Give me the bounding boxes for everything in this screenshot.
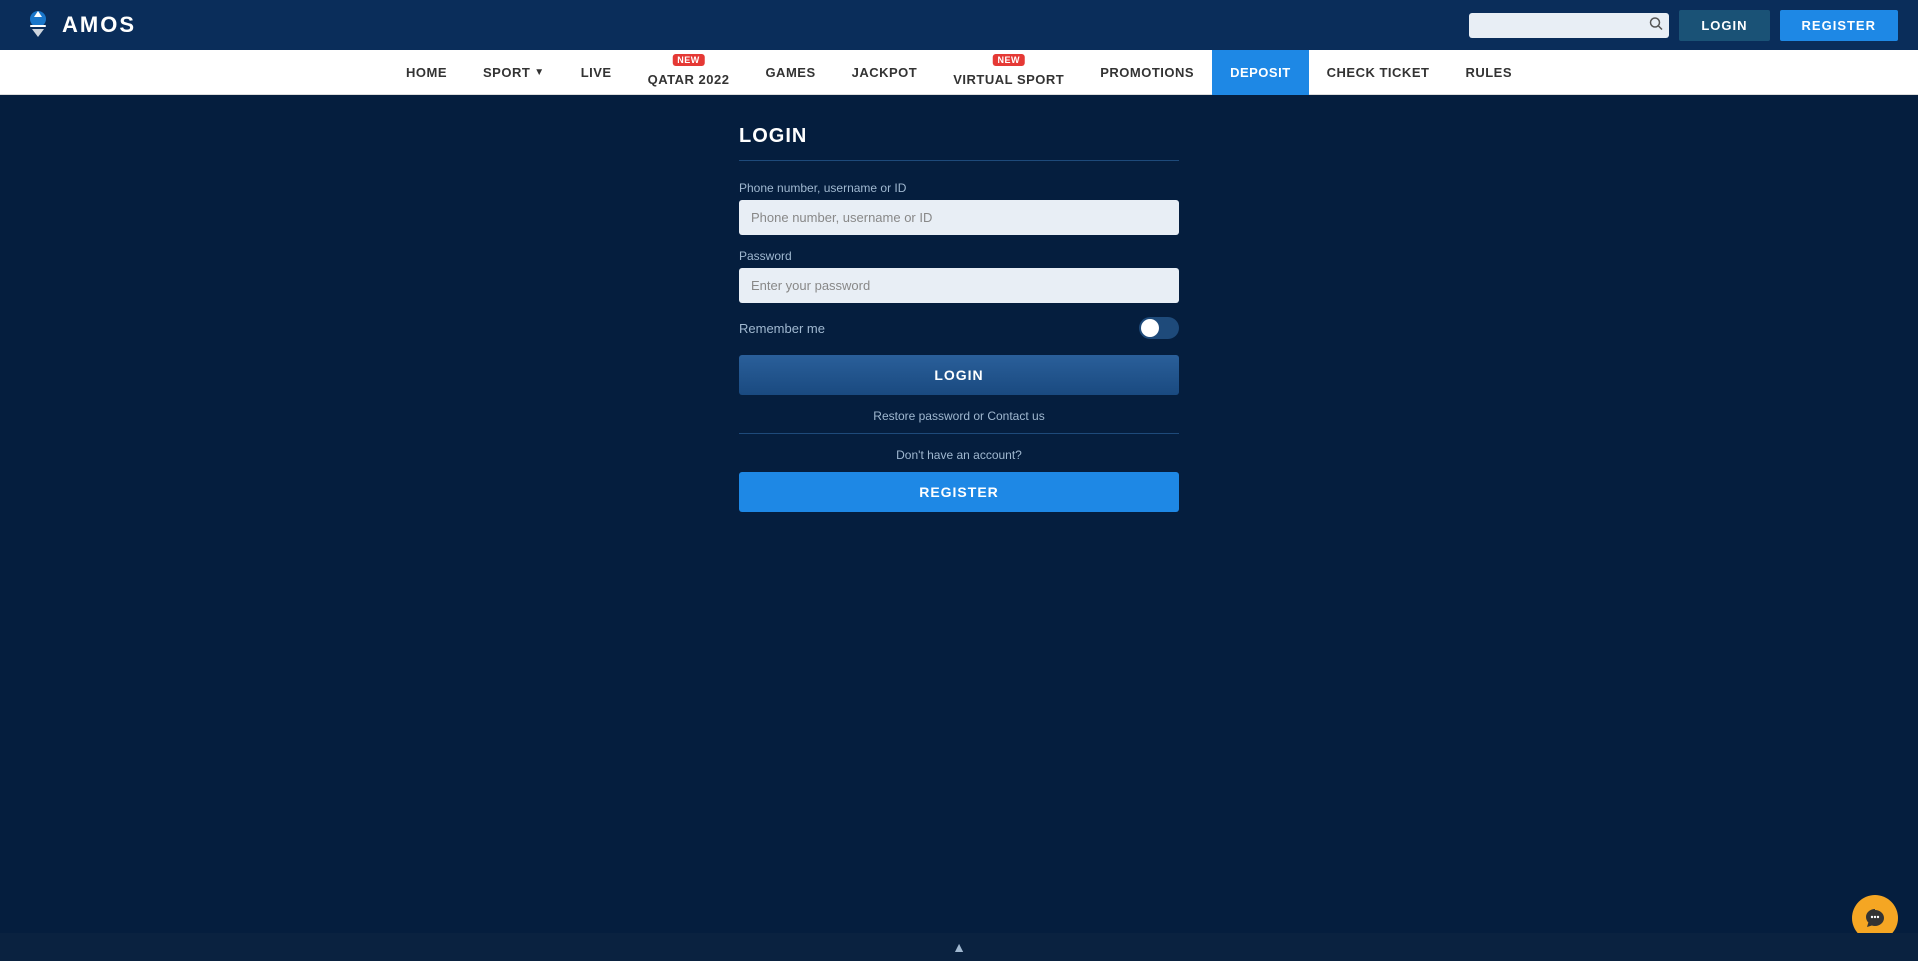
password-label: Password: [739, 249, 1179, 263]
no-account-text: Don't have an account?: [739, 448, 1179, 462]
nav-item-rules[interactable]: RULES: [1447, 50, 1530, 95]
nav-label-rules: RULES: [1465, 65, 1512, 80]
nav-item-check-ticket[interactable]: CHECK TICKET: [1309, 50, 1448, 95]
toggle-knob: [1141, 319, 1159, 337]
login-header-button[interactable]: LOGIN: [1679, 10, 1769, 41]
nav-item-virtual-sport[interactable]: NEW VIRTUAL SPORT: [935, 50, 1082, 95]
remember-toggle[interactable]: [1139, 317, 1179, 339]
search-button[interactable]: [1649, 17, 1663, 34]
nav-label-promotions: PROMOTIONS: [1100, 65, 1194, 80]
search-icon: [1649, 17, 1663, 31]
nav-label-jackpot: JACKPOT: [852, 65, 918, 80]
nav-item-games[interactable]: GAMES: [747, 50, 833, 95]
qatar-badge: NEW: [672, 54, 705, 66]
search-box: [1469, 13, 1669, 38]
nav-label-games: GAMES: [765, 65, 815, 80]
login-form-button[interactable]: LOGIN: [739, 355, 1179, 395]
search-input[interactable]: [1469, 13, 1669, 38]
nav-item-qatar[interactable]: NEW QATAR 2022: [630, 50, 748, 95]
nav-item-sport[interactable]: SPORT ▼: [465, 50, 563, 95]
login-title: LOGIN: [739, 125, 1179, 148]
nav-item-jackpot[interactable]: JACKPOT: [834, 50, 936, 95]
nav-label-virtual-sport: VIRTUAL SPORT: [953, 72, 1064, 87]
nav-item-deposit[interactable]: DEPOSIT: [1212, 50, 1309, 95]
nav-item-home[interactable]: HOME: [388, 50, 465, 95]
username-input[interactable]: [739, 200, 1179, 235]
nav-label-check-ticket: CHECK TICKET: [1327, 65, 1430, 80]
username-label: Phone number, username or ID: [739, 181, 1179, 195]
main-content: LOGIN Phone number, username or ID Passw…: [0, 95, 1918, 542]
nav-label-deposit: DEPOSIT: [1230, 65, 1291, 80]
chat-icon: [1864, 907, 1886, 929]
logo: AMOS: [20, 7, 136, 43]
sport-chevron-icon: ▼: [534, 67, 544, 78]
header: AMOS LOGIN REGISTER: [0, 0, 1918, 50]
logo-text: AMOS: [62, 12, 136, 38]
remember-row: Remember me: [739, 317, 1179, 339]
nav-item-live[interactable]: LIVE: [563, 50, 630, 95]
register-header-button[interactable]: REGISTER: [1780, 10, 1898, 41]
logo-icon: [20, 7, 56, 43]
restore-password-link[interactable]: Restore password or Contact us: [739, 409, 1179, 423]
form-middle-divider: [739, 433, 1179, 434]
header-right: LOGIN REGISTER: [1469, 10, 1898, 41]
register-form-button[interactable]: REGISTER: [739, 472, 1179, 512]
footer-up-arrow-icon[interactable]: ▲: [952, 939, 966, 955]
nav-label-qatar: QATAR 2022: [648, 72, 730, 87]
footer-bar: ▲: [0, 933, 1918, 961]
nav-item-promotions[interactable]: PROMOTIONS: [1082, 50, 1212, 95]
login-top-divider: [739, 160, 1179, 161]
nav-label-home: HOME: [406, 65, 447, 80]
nav-label-live: LIVE: [581, 65, 612, 80]
virtual-badge: NEW: [992, 54, 1025, 66]
navbar: HOME SPORT ▼ LIVE NEW QATAR 2022 GAMES J…: [0, 50, 1918, 95]
login-container: LOGIN Phone number, username or ID Passw…: [739, 125, 1179, 512]
nav-label-sport: SPORT: [483, 65, 530, 80]
password-input[interactable]: [739, 268, 1179, 303]
remember-label: Remember me: [739, 321, 825, 336]
